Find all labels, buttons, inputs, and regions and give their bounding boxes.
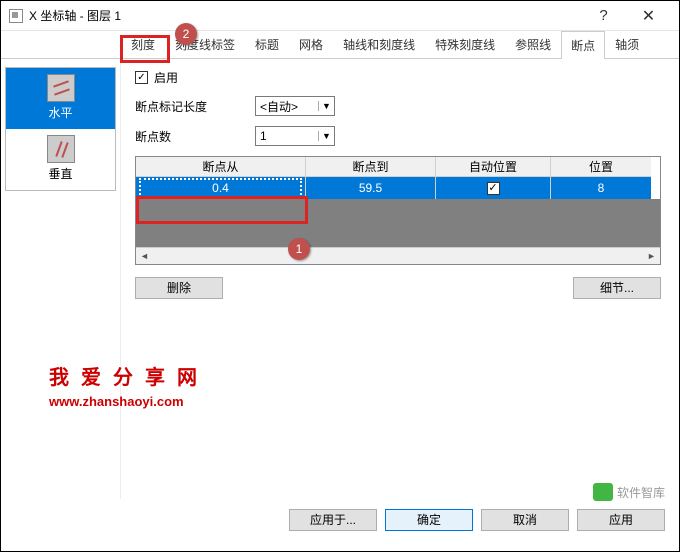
tab-reference[interactable]: 参照线	[505, 30, 561, 58]
horizontal-scrollbar[interactable]: ◄ ►	[136, 247, 660, 264]
close-button[interactable]: ✕	[626, 2, 671, 30]
sidebar-item-vertical[interactable]: 垂直	[6, 129, 115, 190]
sidebar-item-label: 垂直	[6, 165, 115, 182]
apply-to-button[interactable]: 应用于...	[289, 509, 377, 531]
dialog-footer: 应用于... 确定 取消 应用	[289, 509, 665, 531]
tab-grid[interactable]: 网格	[289, 30, 333, 58]
horizontal-axis-icon	[47, 74, 75, 102]
grid-empty-area	[136, 199, 660, 247]
breaks-count-label: 断点数	[135, 128, 255, 145]
breaks-grid: 断点从 断点到 自动位置 位置 0.4 59.5 ✓ 8 ◄ ►	[135, 156, 661, 265]
window-title: X 坐标轴 - 图层 1	[29, 7, 581, 24]
apply-button[interactable]: 应用	[577, 509, 665, 531]
enable-label: 启用	[154, 69, 178, 86]
app-icon	[9, 9, 23, 23]
delete-button[interactable]: 删除	[135, 277, 223, 299]
axis-sidebar: 水平 垂直	[1, 59, 121, 499]
col-to[interactable]: 断点到	[306, 157, 436, 177]
tab-breaks[interactable]: 断点	[561, 31, 605, 59]
scroll-left-icon[interactable]: ◄	[136, 251, 153, 261]
chevron-down-icon: ▼	[318, 101, 334, 111]
help-button[interactable]: ?	[581, 2, 626, 30]
cell-pos[interactable]: 8	[551, 177, 651, 199]
tab-special-ticks[interactable]: 特殊刻度线	[425, 30, 505, 58]
tab-axis-ticks[interactable]: 轴线和刻度线	[333, 30, 425, 58]
sidebar-item-label: 水平	[6, 104, 115, 121]
mark-length-select[interactable]: <自动> ▼	[255, 96, 335, 116]
vertical-axis-icon	[47, 135, 75, 163]
tabbar: 刻度 刻度线标签 标题 网格 轴线和刻度线 特殊刻度线 参照线 断点 轴须	[1, 31, 679, 59]
ok-button[interactable]: 确定	[385, 509, 473, 531]
sidebar-item-horizontal[interactable]: 水平	[6, 68, 115, 129]
col-from[interactable]: 断点从	[136, 157, 306, 177]
cell-to[interactable]: 59.5	[306, 177, 436, 199]
tab-tick-labels[interactable]: 刻度线标签	[165, 30, 245, 58]
titlebar: X 坐标轴 - 图层 1 ? ✕	[1, 1, 679, 31]
cell-from[interactable]: 0.4	[136, 177, 306, 199]
tab-rug[interactable]: 轴须	[605, 30, 649, 58]
breaks-count-select[interactable]: 1 ▼	[255, 126, 335, 146]
cell-auto[interactable]: ✓	[436, 177, 551, 199]
detail-button[interactable]: 细节...	[573, 277, 661, 299]
col-auto[interactable]: 自动位置	[436, 157, 551, 177]
tab-scale[interactable]: 刻度	[121, 30, 165, 58]
content-pane: ✓ 启用 断点标记长度 <自动> ▼ 断点数 1 ▼ 断点从 断点到 自动位置 …	[121, 59, 679, 499]
col-pos[interactable]: 位置	[551, 157, 651, 177]
tab-title[interactable]: 标题	[245, 30, 289, 58]
cancel-button[interactable]: 取消	[481, 509, 569, 531]
scroll-right-icon[interactable]: ►	[643, 251, 660, 261]
chevron-down-icon: ▼	[318, 131, 334, 141]
enable-checkbox[interactable]: ✓	[135, 71, 148, 84]
table-row[interactable]: 0.4 59.5 ✓ 8	[136, 177, 660, 199]
mark-length-label: 断点标记长度	[135, 98, 255, 115]
